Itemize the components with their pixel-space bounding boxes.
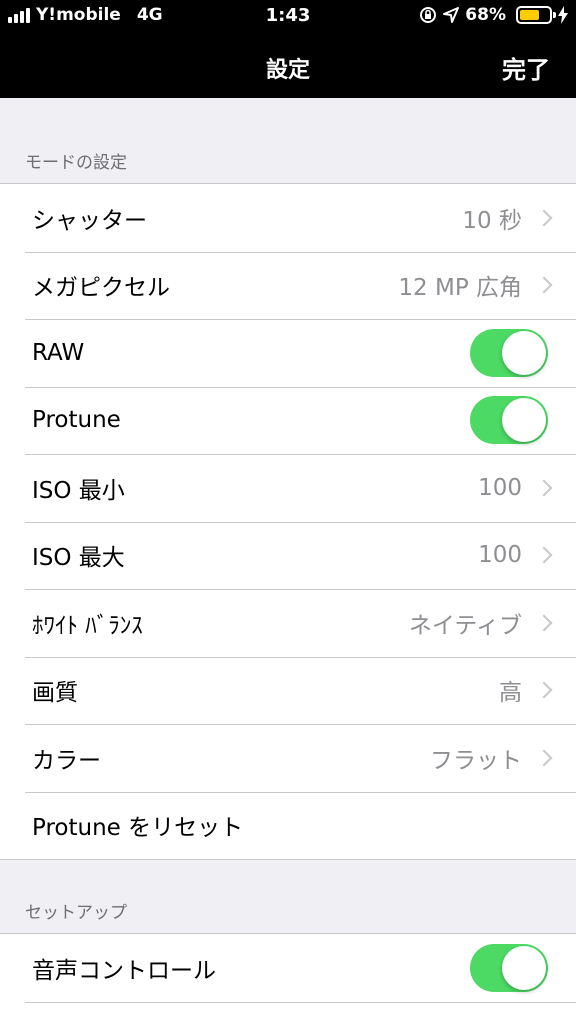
row-label: 画質 [32,680,78,707]
row-raw: RAW [0,319,576,387]
row-label: 音声コントロール [32,957,216,984]
row-color[interactable]: カラー フラット [0,724,576,792]
chevron-right-icon [535,546,553,564]
row-value: ネイティブ [408,612,522,639]
row-iso-max[interactable]: ISO 最大 100 [0,521,576,590]
row-label: ISO 最小 [32,477,125,504]
chevron-right-icon [535,681,553,699]
row-quality[interactable]: 画質 高 [0,656,576,725]
row-value: 100 [478,542,522,569]
row-value: フラット [430,747,522,774]
row-iso-min[interactable]: ISO 最小 100 [0,454,576,522]
row-label: Protune [32,407,121,434]
row-value: 高 [499,680,522,707]
status-right: 68% [419,5,568,25]
location-arrow-icon [443,7,460,23]
battery-percent: 68% [465,5,506,25]
row-label: ﾎﾜｲﾄ ﾊﾞﾗﾝｽ [32,612,143,639]
row-value: 12 MP 広角 [398,275,522,302]
row-shutter[interactable]: シャッター 10 秒 [0,184,576,252]
charging-bolt-icon [558,6,568,24]
protune-toggle[interactable] [470,396,548,445]
row-label: メガピクセル [32,275,170,302]
row-label: シャッター [32,207,147,234]
done-button[interactable]: 完了 [502,50,550,85]
chevron-right-icon [535,614,553,632]
navigation-bar: 設定 完了 [0,34,576,98]
row-label: カラー [32,747,101,774]
row-voice-control: 音声コントロール [0,934,576,1002]
row-partial[interactable] [0,1001,576,1024]
chevron-right-icon [535,479,553,497]
battery-fill [520,10,540,20]
raw-toggle[interactable] [470,328,548,377]
page-title: 設定 [265,58,310,83]
section-header-setup: セットアップ [25,903,127,923]
row-megapixels[interactable]: メガピクセル 12 MP 広角 [0,251,576,320]
mode-settings-group: シャッター 10 秒 メガピクセル 12 MP 広角 RAW Protune I… [0,183,576,860]
chevron-right-icon [535,749,553,767]
chevron-right-icon [535,276,553,294]
voice-control-toggle[interactable] [470,943,548,992]
row-protune: Protune [0,386,576,455]
row-reset-protune[interactable]: Protune をリセット [0,791,576,860]
battery-icon [516,6,556,24]
setup-group: 音声コントロール [0,933,576,1024]
row-label: ISO 最大 [32,545,125,572]
row-label: RAW [32,339,85,366]
chevron-right-icon [535,209,553,227]
row-white-balance[interactable]: ﾎﾜｲﾄ ﾊﾞﾗﾝｽ ネイティブ [0,589,576,657]
section-header-mode-settings: モードの設定 [25,153,127,173]
row-label: Protune をリセット [32,815,244,842]
orientation-lock-icon [420,7,437,23]
status-bar: Y!mobile 4G 1:43 68% [0,0,576,34]
row-value: 10 秒 [462,207,522,234]
row-value: 100 [478,474,522,501]
